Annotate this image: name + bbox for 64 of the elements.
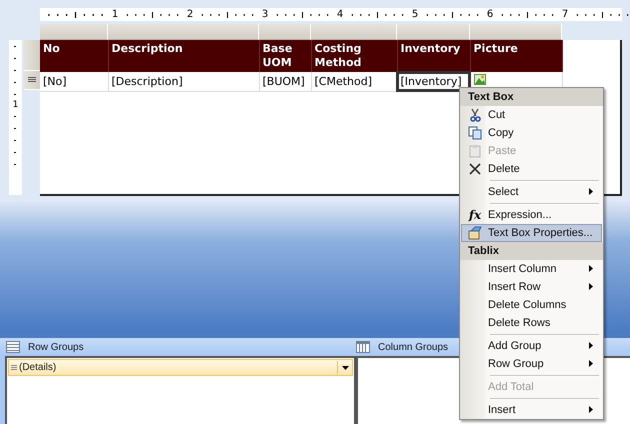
dropdown-button[interactable] xyxy=(337,361,352,374)
row-handle[interactable] xyxy=(24,40,40,71)
ruler-number: 4 xyxy=(336,9,344,20)
ruler-number: 1 xyxy=(12,100,18,110)
properties-icon xyxy=(468,226,482,240)
field-cell[interactable]: [No] xyxy=(40,72,108,91)
group-item[interactable]: (Details) xyxy=(8,359,353,376)
column-header: Costing Method xyxy=(311,40,397,72)
menu-section-title: Text Box xyxy=(460,88,603,106)
column-handle[interactable] xyxy=(40,24,108,40)
ruler-number: 1 xyxy=(111,9,119,20)
submenu-arrow-icon xyxy=(589,406,593,413)
menu-item[interactable]: Insert Column xyxy=(461,260,602,278)
scissors-icon xyxy=(468,108,482,122)
submenu-arrow-icon xyxy=(589,188,593,195)
column-header: Inventory xyxy=(397,40,470,72)
paste-icon xyxy=(468,144,482,158)
menu-item[interactable]: Delete Columns xyxy=(461,296,602,314)
menu-item[interactable]: Cut xyxy=(461,106,602,124)
image-icon xyxy=(474,74,486,85)
delete-icon xyxy=(468,162,482,176)
column-header: Description xyxy=(108,40,259,72)
submenu-arrow-icon xyxy=(589,283,593,290)
ruler-number: 2 xyxy=(186,9,194,20)
menu-item[interactable]: Add Group xyxy=(461,337,602,355)
menu-item[interactable]: Insert Row xyxy=(461,278,602,296)
column-header: Picture xyxy=(470,40,562,72)
menu-item[interactable]: Row Group xyxy=(461,355,602,373)
rows-icon xyxy=(6,341,20,353)
details-icon xyxy=(28,77,36,83)
menu-item[interactable]: Insert xyxy=(461,401,602,419)
details-icon xyxy=(11,365,17,370)
menu-item[interactable]: fx Expression... xyxy=(461,206,602,224)
column-handle[interactable] xyxy=(108,24,259,40)
ruler-number: 7 xyxy=(561,9,569,20)
menu-item[interactable]: Delete Rows xyxy=(461,314,602,332)
caret-icon xyxy=(342,366,348,370)
copy-icon xyxy=(468,126,482,140)
menu-item[interactable]: Text Box Properties... xyxy=(461,224,602,242)
panel-title: Column Groups xyxy=(378,342,448,352)
menu-item[interactable]: Delete xyxy=(461,160,602,178)
column-header: No xyxy=(40,40,108,72)
row-handle[interactable] xyxy=(24,71,40,90)
submenu-arrow-icon xyxy=(589,360,593,367)
column-header: Base UOM xyxy=(259,40,311,72)
panel-title: Row Groups xyxy=(28,342,84,352)
field-cell[interactable]: [Inventory] xyxy=(397,72,470,91)
column-handle[interactable] xyxy=(470,24,562,40)
field-cell[interactable]: [CMethod] xyxy=(311,72,397,91)
column-handle[interactable] xyxy=(311,24,397,40)
column-handle[interactable] xyxy=(259,24,311,40)
menu-item[interactable]: Copy xyxy=(461,124,602,142)
columns-icon xyxy=(356,341,370,353)
column-handle[interactable] xyxy=(397,24,470,40)
function-icon: fx xyxy=(468,208,482,222)
field-cell[interactable]: [Description] xyxy=(108,72,259,91)
menu-section-title: Tablix xyxy=(460,242,603,260)
ruler-number: 6 xyxy=(486,9,494,20)
field-cell[interactable]: [BUOM] xyxy=(259,72,311,91)
ruler-number: 5 xyxy=(411,9,419,20)
menu-item[interactable]: Select xyxy=(461,183,602,201)
submenu-arrow-icon xyxy=(589,265,593,272)
submenu-arrow-icon xyxy=(589,342,593,349)
ruler-number: 3 xyxy=(261,9,269,20)
